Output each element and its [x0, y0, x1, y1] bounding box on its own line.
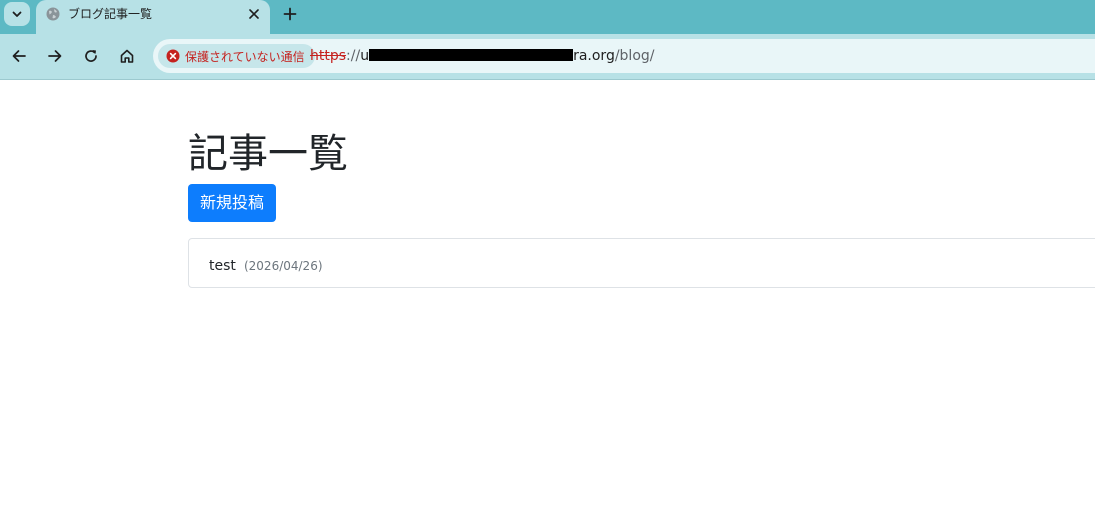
url-redaction: [369, 49, 574, 61]
security-indicator[interactable]: 保護されていない通信: [158, 44, 315, 68]
page-content: 記事一覧 新規投稿 test (2026/04/26): [0, 80, 1095, 522]
error-circle-icon: [166, 49, 180, 63]
arrow-right-icon: [48, 50, 62, 62]
chevron-down-icon: [12, 11, 22, 17]
home-icon: [120, 49, 134, 63]
reload-icon: [85, 50, 97, 62]
globe-icon: [46, 7, 60, 21]
url-separator: ://: [346, 48, 361, 64]
forward-button[interactable]: [45, 46, 65, 66]
tab-blog-list[interactable]: ブログ記事一覧: [36, 0, 270, 34]
home-button[interactable]: [117, 46, 137, 66]
security-label: 保護されていない通信: [185, 49, 305, 64]
page-title: 記事一覧: [188, 131, 348, 177]
new-post-button[interactable]: 新規投稿: [188, 184, 277, 222]
url-host-end: ra.org: [573, 48, 615, 64]
reload-button[interactable]: [81, 46, 101, 66]
post-list: test (2026/04/26): [188, 238, 1095, 288]
url-text[interactable]: https://u ra.org/blog/: [310, 48, 655, 64]
post-title-link[interactable]: test: [209, 258, 236, 274]
arrow-left-icon: [12, 50, 26, 62]
address-bar[interactable]: 保護されていない通信 https://u ra.org/blog/: [153, 39, 1095, 73]
tab-strip: ブログ記事一覧: [0, 0, 1095, 34]
tab-search-button[interactable]: [4, 2, 30, 26]
list-item: test (2026/04/26): [209, 255, 323, 274]
url-path: /blog/: [614, 48, 655, 64]
plus-icon: [283, 7, 297, 21]
new-tab-button[interactable]: [280, 4, 300, 24]
post-date: (2026/04/26): [243, 259, 323, 273]
close-icon[interactable]: [248, 8, 260, 20]
tab-title: ブログ記事一覧: [68, 7, 153, 21]
url-host-start: u: [360, 48, 370, 64]
browser-toolbar: 保護されていない通信 https://u ra.org/blog/: [0, 34, 1095, 79]
back-button[interactable]: [9, 46, 29, 66]
url-scheme: https: [310, 48, 347, 64]
